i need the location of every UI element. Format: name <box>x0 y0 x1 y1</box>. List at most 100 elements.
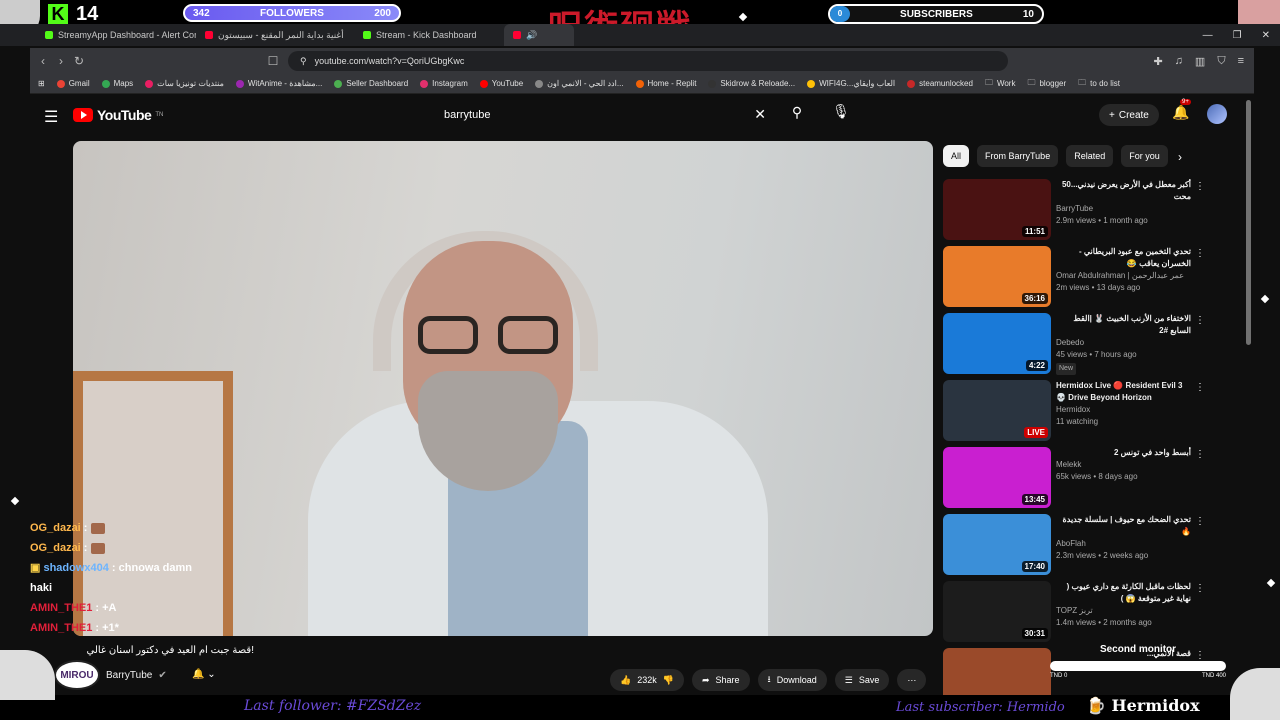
duration-badge: 17:40 <box>1021 561 1048 572</box>
more-vert-icon[interactable]: ⋮ <box>1195 583 1205 594</box>
tab-youtube-active[interactable]: 🔊 <box>504 24 574 46</box>
bookmark-gmail[interactable]: Gmail <box>56 79 90 88</box>
bookmark-icon[interactable]: ☐ <box>264 54 282 68</box>
chip-all[interactable]: All <box>943 145 970 167</box>
puzzle-icon[interactable]: ✚ <box>1153 55 1162 68</box>
reload-icon[interactable]: ↻ <box>70 54 88 68</box>
hamburger-menu-icon[interactable]: ☰ <box>44 107 58 127</box>
related-video-item[interactable]: 4:22 الاختفاء من الأرنب الخبيث 🐰 |القط ال… <box>943 313 1218 380</box>
video-title[interactable]: Hermidox Live 🔴 Resident Evil 3 💀 Drive … <box>1056 380 1191 404</box>
back-icon[interactable]: ‹ <box>34 54 52 68</box>
bookmark-instagram[interactable]: Instagram <box>420 79 468 88</box>
music-icon[interactable]: ♫ <box>1175 55 1183 67</box>
shield-icon[interactable]: ⛉ <box>1217 55 1225 68</box>
like-icon[interactable]: 👍 <box>620 675 631 686</box>
related-video-item[interactable]: 36:16 تحدي التخمين مع عبود البريطاني - ال… <box>943 246 1218 313</box>
site-info-icon[interactable]: ⚲ <box>300 56 307 67</box>
youtube-logo[interactable]: YouTube TN <box>73 107 163 123</box>
bookmark-witanime[interactable]: WitAnime - مشاهدة... <box>235 79 322 88</box>
tab-kick-dashboard[interactable]: Stream - Kick Dashboard <box>354 24 504 46</box>
bookmark-youtube[interactable]: YouTube <box>479 79 523 88</box>
bookmark-tunisia-sat[interactable]: منتديات تونيزيا سات <box>145 79 224 88</box>
video-thumbnail[interactable]: 13:45 <box>943 447 1051 508</box>
close-icon[interactable]: ✕ <box>1262 30 1270 41</box>
microphone-icon[interactable]: 🎙 <box>830 103 852 125</box>
video-title[interactable]: الاختفاء من الأرنب الخبيث 🐰 |القط السابع… <box>1056 313 1191 337</box>
more-vert-icon[interactable]: ⋮ <box>1195 382 1205 393</box>
address-bar[interactable]: ⚲ youtube.com/watch?v=QoriUGbgKwc <box>288 51 1008 71</box>
bookmark-skidrow[interactable]: Skidrow & Reloade... <box>708 79 795 88</box>
search-input[interactable]: barrytube ✕ <box>434 103 776 127</box>
video-channel[interactable]: AboFlah <box>1056 538 1191 550</box>
video-channel[interactable]: TOPZ تربز <box>1056 605 1191 617</box>
verified-icon: ✔ <box>158 669 167 681</box>
related-video-item[interactable]: 17:40 تحدي الضحك مع حيوف | سلسلة جديدة 🔥 A… <box>943 514 1218 581</box>
menu-icon[interactable]: ≡ <box>1238 55 1244 67</box>
minimize-icon[interactable]: — <box>1203 30 1213 41</box>
bookmark-folder-blogger[interactable]: 🗀 blogger <box>1027 77 1066 91</box>
account-avatar[interactable] <box>1207 104 1227 124</box>
bookmark-folder-todo[interactable]: 🗀 to do list <box>1078 77 1120 91</box>
video-thumbnail[interactable]: 30:31 <box>943 581 1051 642</box>
video-title[interactable]: تحدي التخمين مع عبود البريطاني - الخسران… <box>1056 246 1191 270</box>
clear-search-icon[interactable]: ✕ <box>754 106 766 123</box>
related-video-item[interactable]: 30:31 لحظات ماقبل الكارثة مع داري عيوب ( … <box>943 581 1218 648</box>
more-vert-icon[interactable]: ⋮ <box>1195 516 1205 527</box>
youtube-icon <box>513 31 521 39</box>
video-thumbnail[interactable]: 17:40 <box>943 514 1051 575</box>
chevron-right-icon[interactable]: › <box>1178 150 1182 164</box>
video-channel[interactable]: Melekk <box>1056 459 1191 471</box>
maximize-icon[interactable]: ❐ <box>1233 30 1242 41</box>
more-vert-icon[interactable]: ⋮ <box>1195 248 1205 259</box>
dislike-icon[interactable]: 👎 <box>663 675 674 686</box>
tab-spacetoon-song[interactable]: أغنية بداية النمر المقنع - سبيستون <box>196 24 354 46</box>
chip-related[interactable]: Related <box>1066 145 1114 167</box>
video-thumbnail[interactable]: 4:22 <box>943 313 1051 374</box>
bookmark-seller-dashboard[interactable]: Seller Dashboard <box>334 79 408 88</box>
search-icon[interactable]: ⚲ <box>786 104 808 126</box>
video-thumbnail[interactable]: 36:16 <box>943 246 1051 307</box>
video-stats: 11 watching <box>1056 417 1099 426</box>
more-vert-icon[interactable]: ⋮ <box>1195 181 1205 192</box>
video-channel[interactable]: BarryTube <box>1056 203 1191 215</box>
bookmark-maps[interactable]: Maps <box>101 79 133 88</box>
bookmark-anime-online[interactable]: ادد الحي - الانمي اون... <box>535 79 624 88</box>
related-video-item[interactable]: 11:51 أكبر معطل في الأرض يعرض نيدني...50 … <box>943 179 1218 246</box>
video-thumbnail[interactable]: 11:51 <box>943 179 1051 240</box>
tab-streamyapp[interactable]: StreamyApp Dashboard - Alert Conf <box>36 24 196 46</box>
page-scrollbar[interactable] <box>1246 100 1251 345</box>
video-title[interactable]: أكبر معطل في الأرض يعرض نيدني...50 محت <box>1056 179 1191 203</box>
video-title[interactable]: تحدي الضحك مع حيوف | سلسلة جديدة 🔥 <box>1056 514 1191 538</box>
glasses <box>418 316 558 354</box>
video-meta: الاختفاء من الأرنب الخبيث 🐰 |القط السابع… <box>1056 313 1191 375</box>
notifications-icon[interactable]: 🔔 9+ <box>1172 99 1191 121</box>
related-video-item[interactable]: LIVE Hermidox Live 🔴 Resident Evil 3 💀 Dr… <box>943 380 1218 447</box>
create-button[interactable]: + Create <box>1099 104 1159 126</box>
video-title[interactable]: لحظات ماقبل الكارثة مع داري عيوب ( نهاية… <box>1056 581 1191 605</box>
bookmark-steamunlocked[interactable]: steamunlocked <box>907 79 973 88</box>
video-thumbnail[interactable]: LIVE <box>943 380 1051 441</box>
more-actions-button[interactable]: ⋯ <box>897 669 927 691</box>
download-button[interactable]: ⭳ Download <box>757 669 827 691</box>
sidebar-icon[interactable]: ▥ <box>1195 55 1205 68</box>
channel-name[interactable]: BarryTube <box>106 670 152 681</box>
channel-avatar[interactable]: MIROU <box>54 660 100 690</box>
related-video-item[interactable]: 13:45 أبسط واحد في تونس 2 Melekk 65k views … <box>943 447 1218 514</box>
more-vert-icon[interactable]: ⋮ <box>1195 315 1205 326</box>
apps-grid-icon[interactable]: ⊞ <box>38 79 45 88</box>
video-channel[interactable]: Omar Abdulrahman | عمر عبدالرحمن <box>1056 270 1191 282</box>
subscribe-bell-icon[interactable]: 🔔 ⌄ <box>192 669 216 680</box>
bookmark-replit[interactable]: Home - Replit <box>635 79 696 88</box>
chip-for-you[interactable]: For you <box>1121 145 1168 167</box>
bookmark-folder-work[interactable]: 🗀 Work <box>985 77 1016 91</box>
video-channel[interactable]: Debedo <box>1056 337 1191 349</box>
forward-icon[interactable]: › <box>52 54 70 68</box>
video-title[interactable]: أبسط واحد في تونس 2 <box>1056 447 1191 459</box>
video-channel[interactable]: Hermidox <box>1056 404 1191 416</box>
more-vert-icon[interactable]: ⋮ <box>1195 449 1205 460</box>
save-button[interactable]: ☰ Save <box>834 669 890 691</box>
chip-from-barrytube[interactable]: From BarryTube <box>977 145 1059 167</box>
share-button[interactable]: ➦ Share <box>691 669 750 691</box>
bookmark-wifi4g[interactable]: WIFI4G...العاب وايقاي <box>807 79 895 88</box>
emote-icon <box>90 522 105 534</box>
